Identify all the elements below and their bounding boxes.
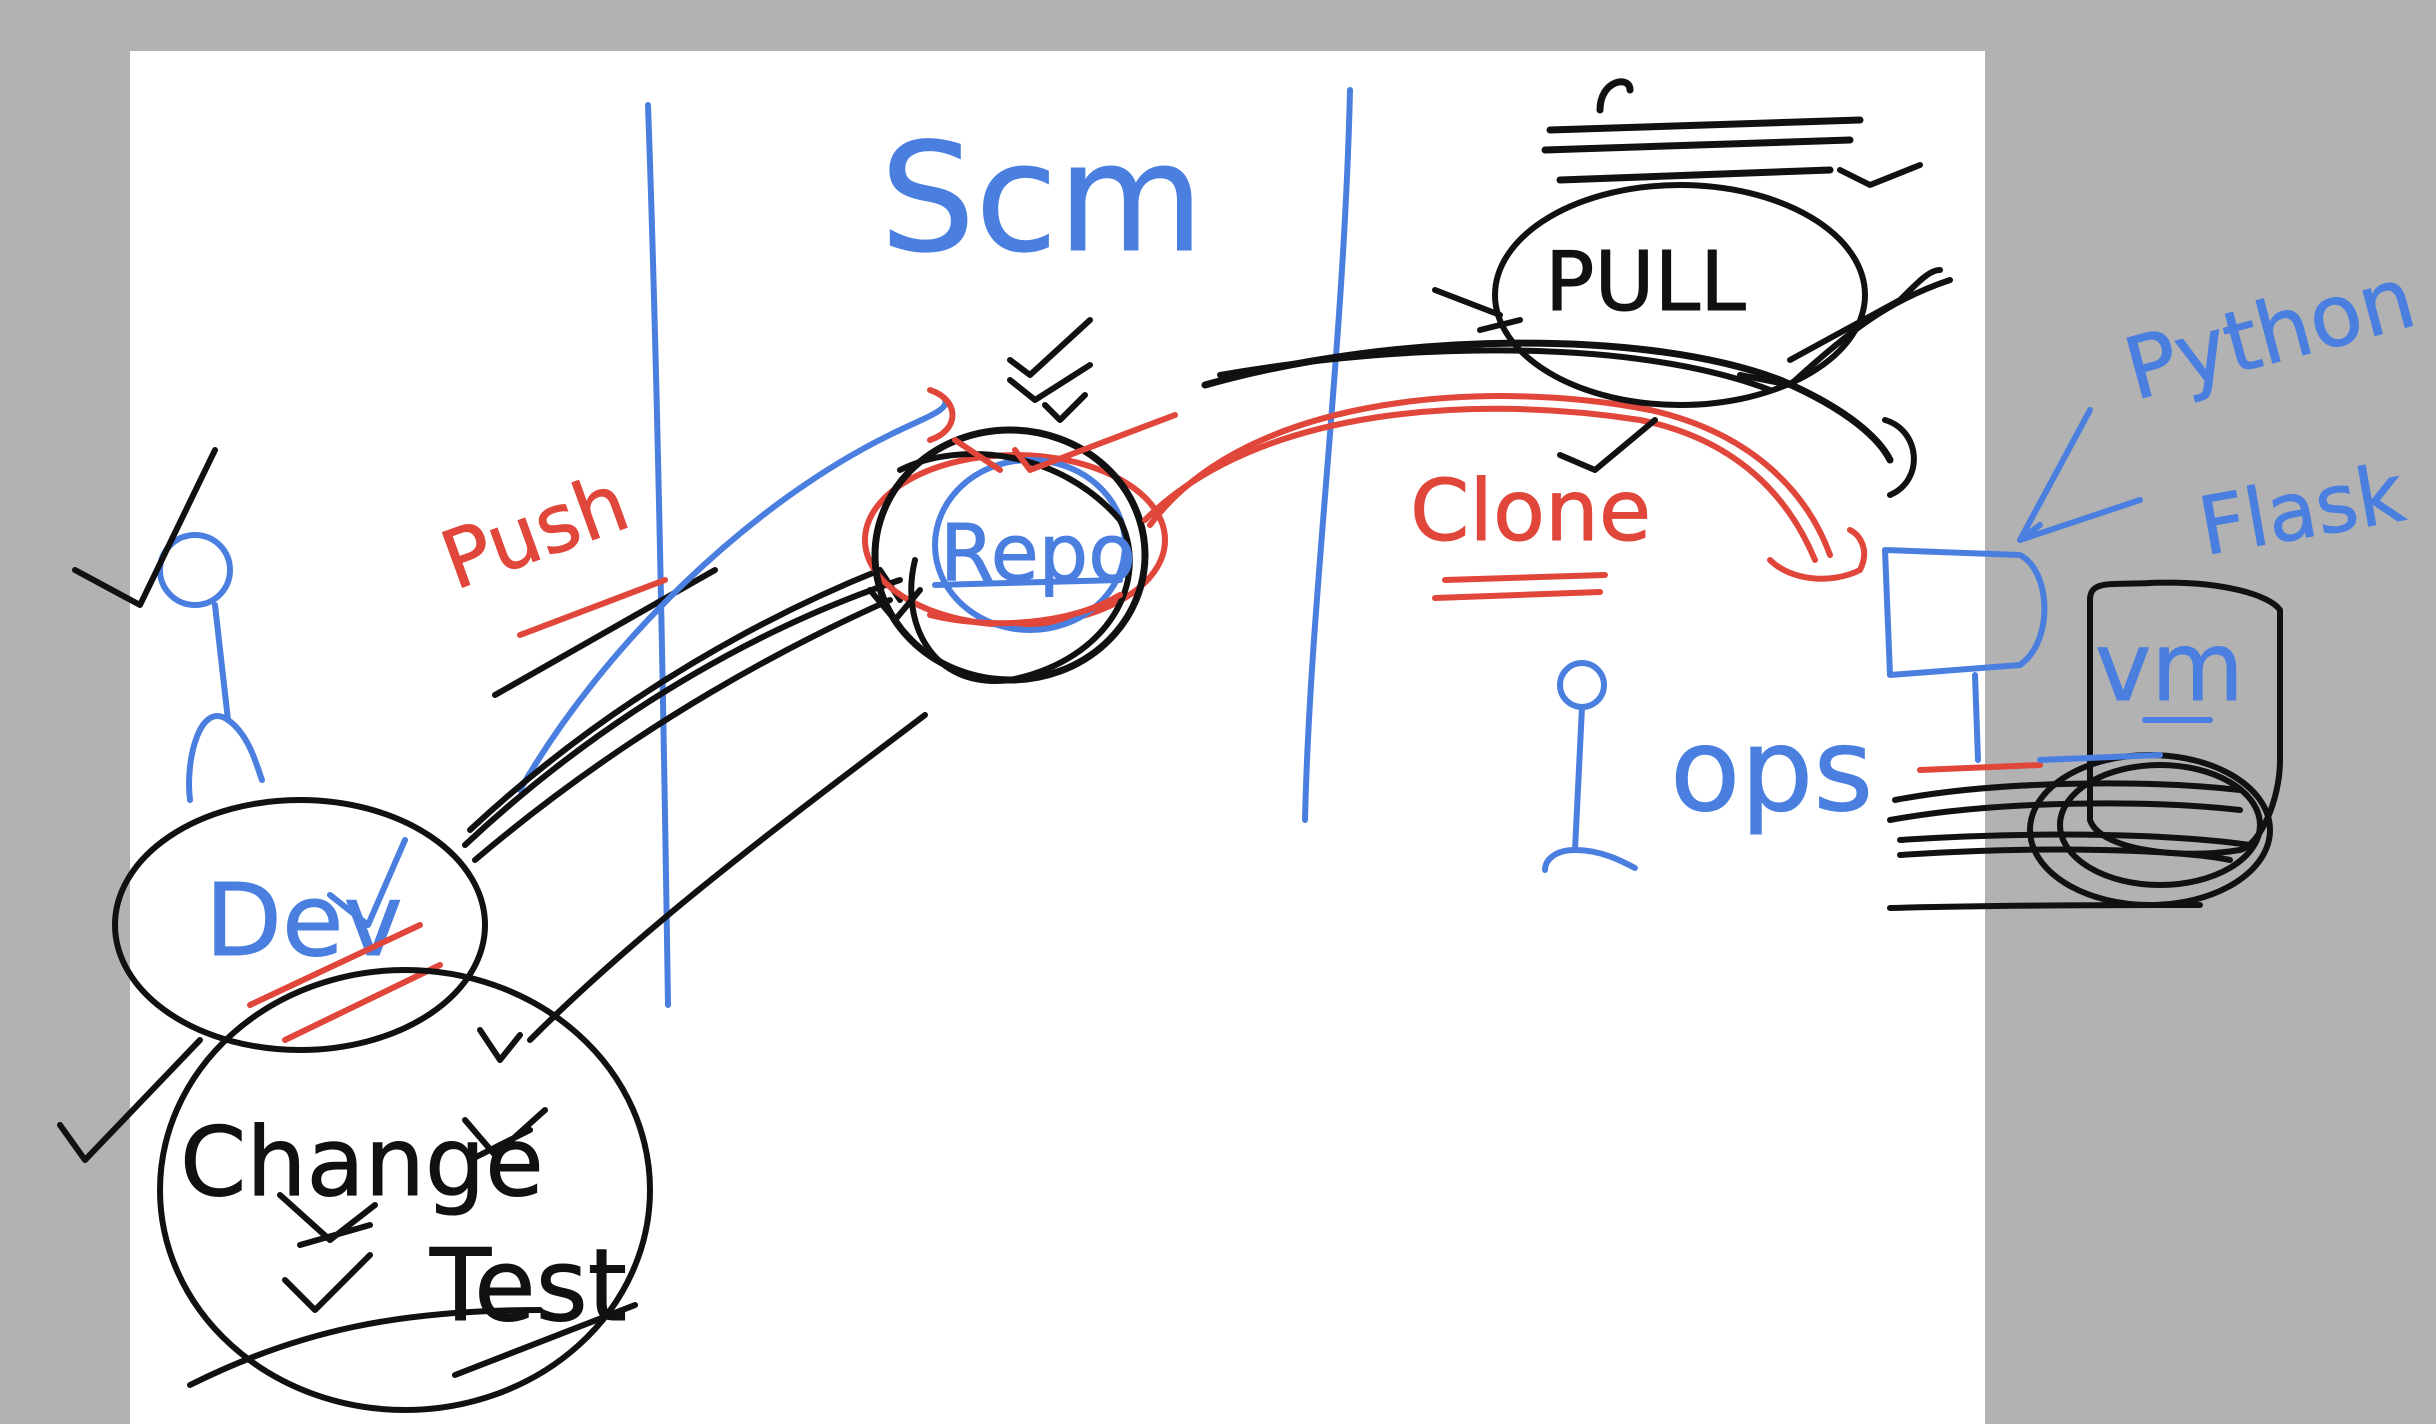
test-label: Test (429, 1227, 627, 1344)
check-mark-icon (72, 447, 218, 608)
check-mark-icon (1007, 317, 1093, 403)
diagram-ink: Scm Dev Change Test Push Repo Clone PULL… (57, 78, 2426, 1424)
test-to-repo-line (527, 712, 928, 1043)
whiteboard-stage: Scm Dev Change Test Push Repo Clone PULL… (0, 0, 2436, 1424)
flask-label: Flask (2192, 446, 2411, 573)
repo-node (862, 317, 1178, 684)
pull-label: PULL (1545, 235, 1746, 330)
check-mark-icon (282, 1252, 373, 1313)
server-box (1882, 547, 2048, 773)
change-label: Change (180, 1108, 544, 1218)
scribbled-out-word (1541, 78, 1864, 184)
divider-left (645, 102, 671, 1008)
arrow-to-server (2017, 407, 2143, 543)
ops-person-icon (1542, 660, 1638, 873)
page-corner (1965, 1404, 1985, 1424)
clone-label: Clone (1410, 462, 1651, 561)
clone-underline (1432, 572, 1608, 601)
scribbled-disk (1887, 752, 2273, 911)
repo-label: Repo (940, 509, 1136, 599)
scm-heading: Scm (880, 112, 1204, 286)
dev-person-icon (72, 447, 265, 803)
check-mark-icon (1042, 392, 1088, 423)
ops-label: ops (1670, 704, 1873, 838)
python-label: Python (2115, 248, 2425, 420)
divider-right (1302, 87, 1353, 823)
push-label: Push (430, 456, 640, 608)
vm-label: vm (2095, 613, 2244, 723)
